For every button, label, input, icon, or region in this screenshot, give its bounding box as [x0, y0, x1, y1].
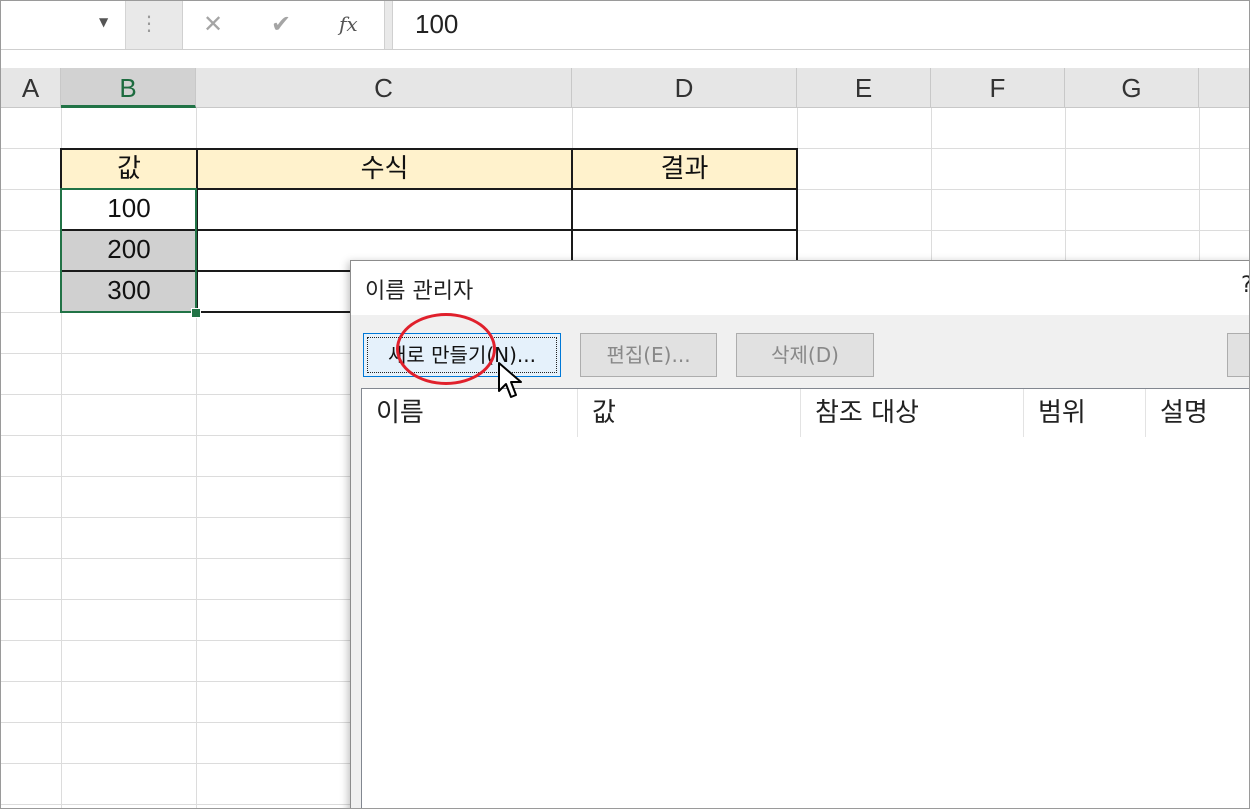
dialog-titlebar[interactable]: 이름 관리자 ?	[351, 261, 1249, 315]
list-header-refers-to[interactable]: 참조 대상	[801, 389, 1024, 437]
filter-button[interactable]	[1227, 333, 1249, 377]
column-header-a[interactable]: A	[1, 68, 61, 108]
list-header-name[interactable]: 이름	[362, 389, 578, 437]
header-cell-formula[interactable]: 수식	[196, 148, 573, 190]
help-icon[interactable]: ?	[1241, 273, 1249, 298]
formula-value: 100	[415, 9, 459, 39]
result-cell[interactable]	[571, 188, 798, 231]
column-header-e[interactable]: E	[797, 68, 931, 108]
highlight-circle	[396, 313, 496, 385]
list-header-comment[interactable]: 설명	[1146, 389, 1249, 437]
dialog-title: 이름 관리자	[365, 279, 474, 304]
insert-function-icon[interactable]: fx	[339, 9, 358, 39]
chevron-down-icon[interactable]: ▼	[99, 15, 108, 29]
delete-button[interactable]: 삭제(D)	[736, 333, 874, 377]
column-header-h[interactable]	[1199, 68, 1249, 108]
column-header-f[interactable]: F	[931, 68, 1065, 108]
enter-icon[interactable]: ✔	[271, 9, 291, 39]
header-cell-result[interactable]: 결과	[571, 148, 798, 190]
cancel-icon[interactable]: ✕	[203, 9, 223, 39]
excel-window: ▼ ⋮ ✕ ✔ fx 100 A B C D E F G 값 수식 결과 100…	[0, 0, 1250, 809]
list-header-value[interactable]: 값	[578, 389, 801, 437]
name-box[interactable]: ▼	[1, 1, 126, 49]
list-header-scope[interactable]: 범위	[1024, 389, 1146, 437]
column-header-b[interactable]: B	[61, 68, 196, 108]
column-header-c[interactable]: C	[196, 68, 572, 108]
formula-buttons: ✕ ✔ fx	[182, 1, 385, 49]
value-cell[interactable]: 200	[60, 229, 198, 272]
drag-handle-icon[interactable]: ⋮	[139, 9, 159, 37]
mouse-cursor-icon	[498, 362, 522, 398]
edit-button[interactable]: 편집(E)...	[580, 333, 717, 377]
column-header-d[interactable]: D	[572, 68, 797, 108]
formula-bar: ▼ ⋮ ✕ ✔ fx 100	[1, 1, 1249, 49]
formula-input[interactable]: 100	[392, 1, 1249, 49]
toolbar-gap	[1, 49, 1249, 69]
names-list[interactable]: 이름 값 참조 대상 범위 설명	[361, 388, 1249, 808]
column-header-g[interactable]: G	[1065, 68, 1199, 108]
value-cell[interactable]: 100	[60, 188, 198, 231]
fill-handle[interactable]	[191, 308, 201, 318]
header-cell-value[interactable]: 값	[60, 148, 198, 190]
value-cell[interactable]: 300	[60, 270, 198, 313]
formula-cell[interactable]	[196, 188, 573, 231]
